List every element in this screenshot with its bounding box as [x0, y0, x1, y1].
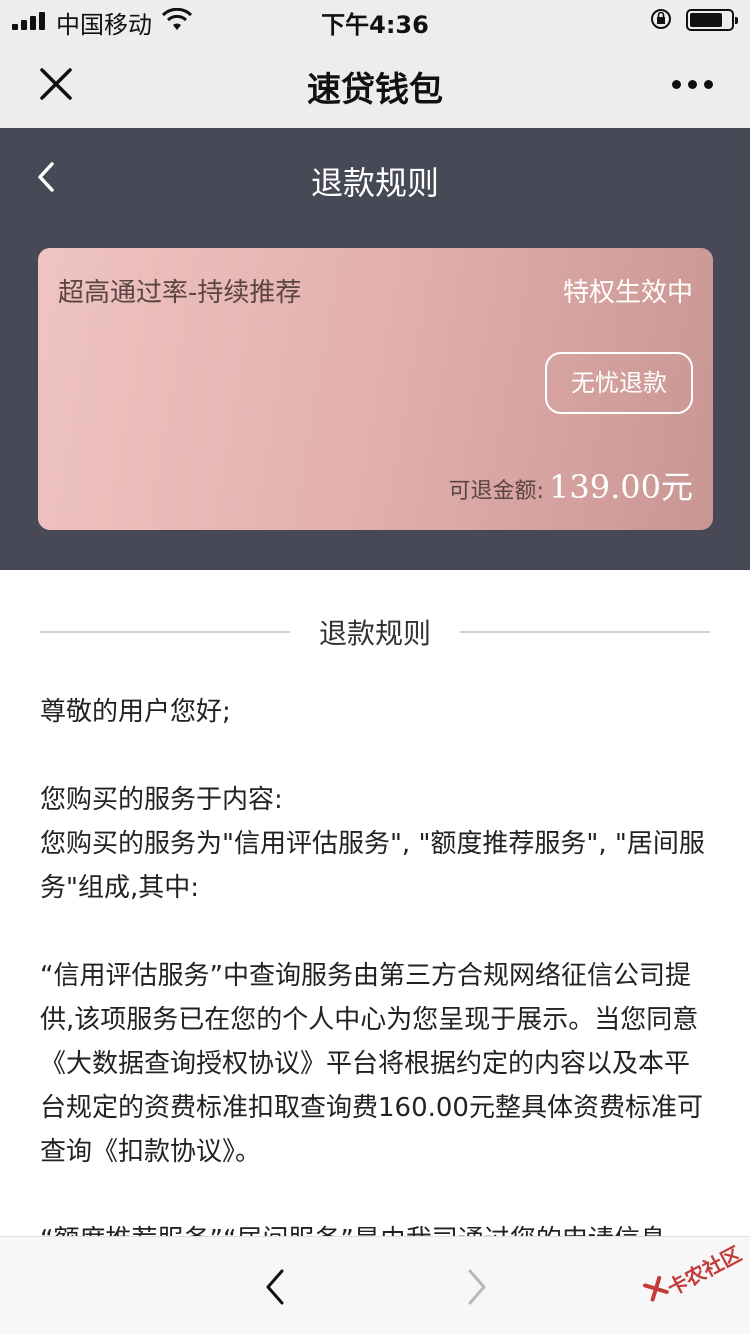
page-title: 退款规则	[310, 164, 439, 202]
paragraph-1-line-2: 您购买的服务为"信用评估服务", "额度推荐服务", "居间服务"组成,其中:	[40, 829, 705, 903]
card-slogan: 超高通过率-持续推荐	[58, 278, 302, 308]
refund-amount-label: 可退金额:	[448, 479, 544, 504]
status-bar: 中国移动 下午4:36	[0, 0, 750, 40]
privilege-card: 超高通过率-持续推荐 特权生效中 无忧退款 可退金额: 139.00元	[38, 248, 713, 530]
worry-free-refund-button[interactable]: 无忧退款	[545, 352, 693, 414]
paragraph-2: “信用评估服务”中查询服务由第三方合规网络征信公司提供,该项服务已在您的个人中心…	[40, 961, 703, 1167]
page-header: 退款规则 超高通过率-持续推荐 特权生效中 无忧退款 可退金额: 139.00元	[0, 128, 750, 570]
divider-right	[460, 631, 710, 633]
back-nav-icon[interactable]	[260, 1267, 290, 1307]
paragraph-1-line-1: 您购买的服务于内容:	[40, 785, 283, 815]
battery-icon	[686, 9, 738, 31]
refund-amount-value: 139.00元	[549, 468, 693, 506]
orientation-lock-icon	[651, 9, 671, 29]
refund-amount-row: 可退金额: 139.00元	[449, 462, 694, 508]
greeting-text: 尊敬的用户您好;	[40, 697, 231, 727]
forward-nav-icon[interactable]	[462, 1267, 492, 1307]
rules-content: 尊敬的用户您好; 您购买的服务于内容: 您购买的服务为"信用评估服务", "额度…	[40, 690, 712, 1262]
more-icon[interactable]	[668, 74, 718, 94]
app-title: 速贷钱包	[307, 70, 443, 110]
card-status: 特权生效中	[562, 278, 693, 308]
bottom-toolbar	[0, 1236, 750, 1334]
status-time: 下午4:36	[321, 11, 429, 39]
nav-bar: 速贷钱包	[0, 40, 750, 128]
section-heading: 退款规则	[40, 610, 710, 654]
